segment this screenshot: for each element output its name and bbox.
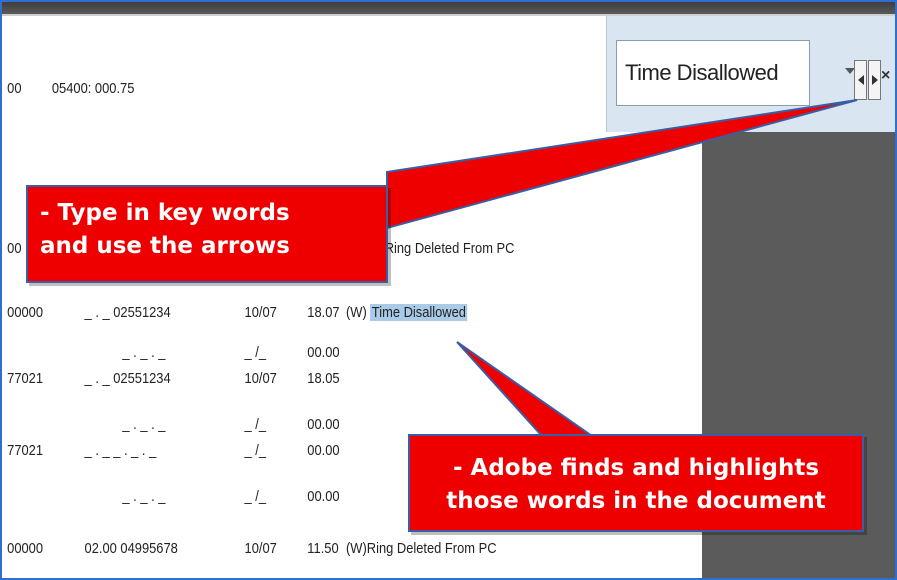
callout-text: - Type in key words — [40, 200, 290, 226]
screenshot-frame: 00 05400: 000.75 00000 02551234 10/07 18… — [0, 0, 897, 580]
callout-arrow-bottom — [456, 341, 596, 437]
callout-type-keywords: - Type in key words and use the arrows — [26, 185, 388, 283]
callout-text: those words in the document — [446, 488, 826, 514]
callout-text: - Adobe finds and highlights — [452, 455, 820, 481]
callout-adobe-finds: - Adobe finds and highlights those words… — [408, 434, 864, 532]
callout-text: and use the arrows — [40, 233, 290, 259]
callout-arrow-top — [386, 99, 858, 230]
